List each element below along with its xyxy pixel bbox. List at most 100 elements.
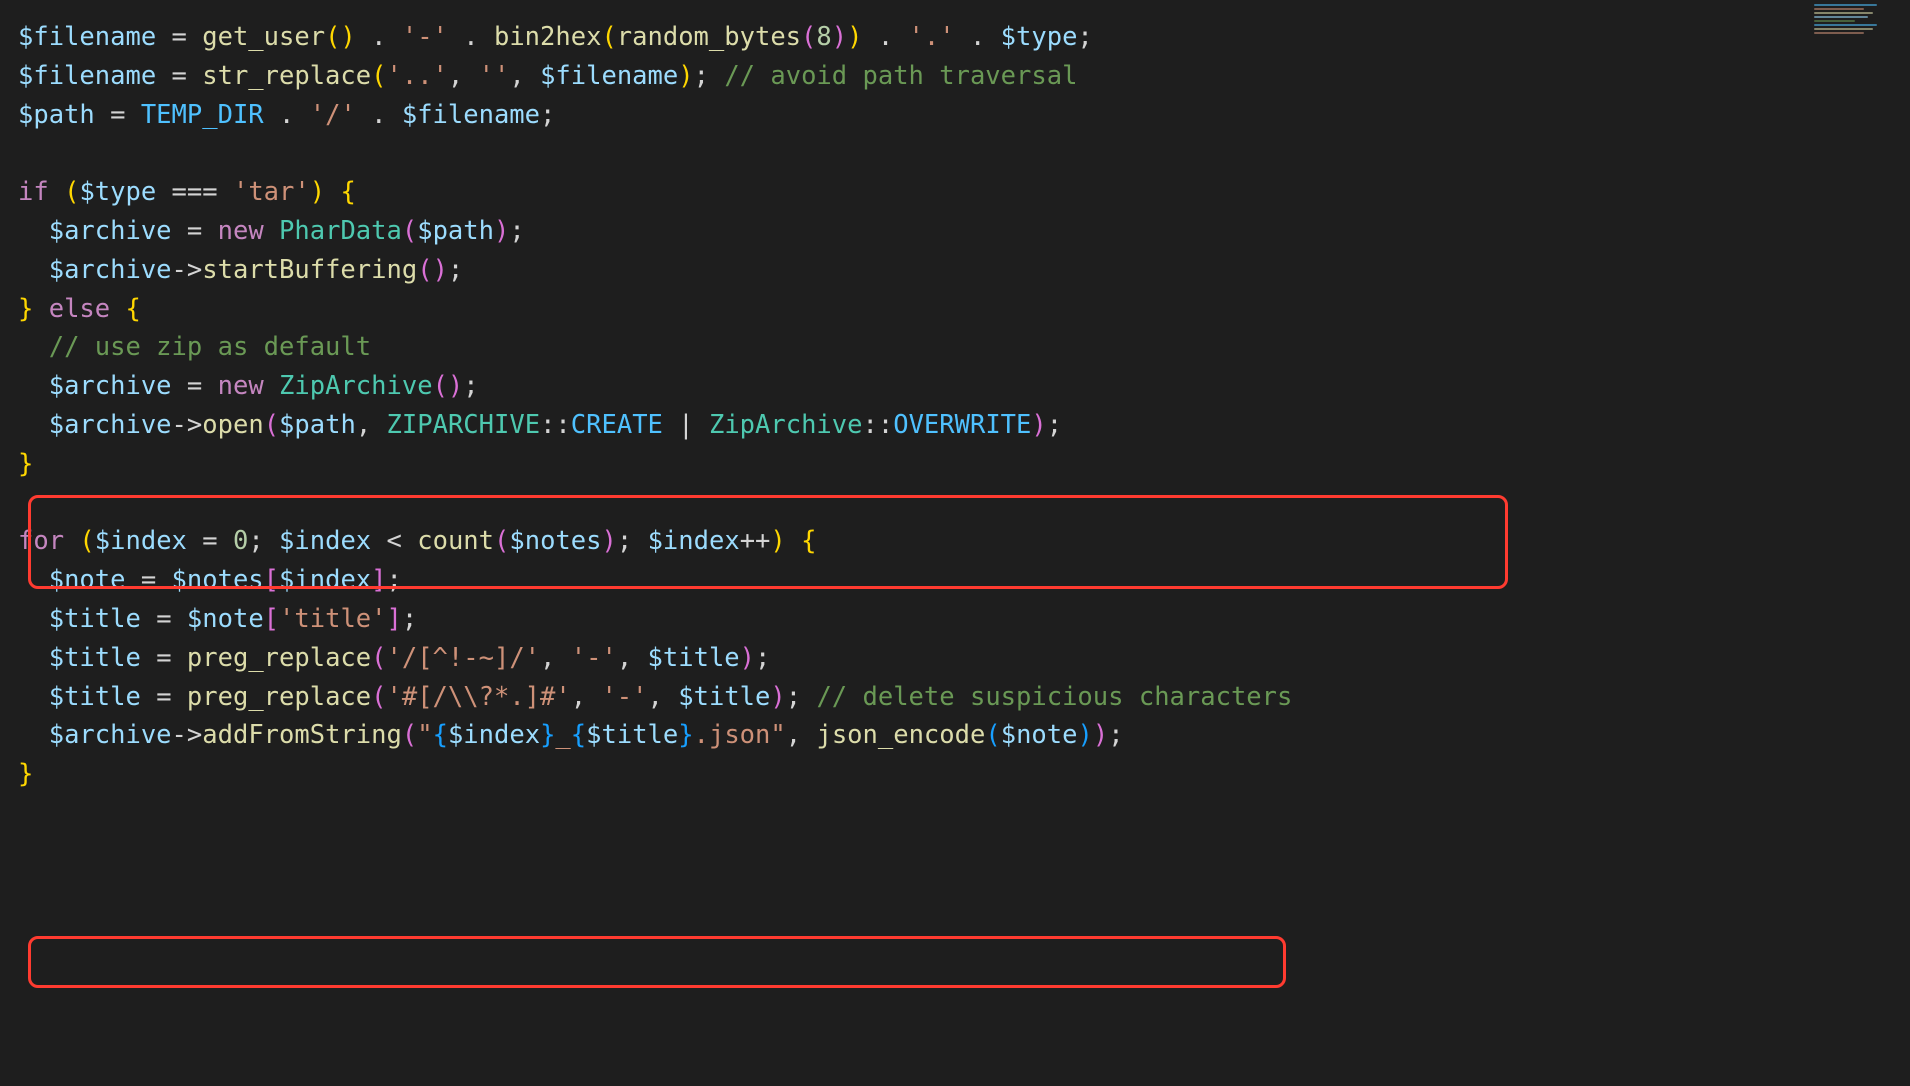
code-token: CREATE [571,410,663,440]
code-token: { [801,526,816,556]
code-token: $index [95,526,187,556]
code-line[interactable]: } [18,445,1910,484]
code-token: = [156,22,202,52]
code-token: ; [786,682,817,712]
code-token: } [18,449,33,479]
code-token: ; [387,565,402,595]
code-token: $archive [49,255,172,285]
code-line[interactable] [18,484,1910,523]
code-token: = [141,643,187,673]
code-token: , [617,643,648,673]
code-token: ; [1077,22,1092,52]
code-token: $title [678,682,770,712]
code-line[interactable]: $path = TEMP_DIR . '/' . $filename; [18,96,1910,135]
code-token: . [862,22,908,52]
code-token: json_encode [816,720,985,750]
code-token: } [678,720,693,750]
code-token: ) [740,643,755,673]
code-token: preg_replace [187,643,371,673]
code-token: addFromString [202,720,402,750]
code-token: === [156,177,233,207]
code-token: $title [49,643,141,673]
code-token: '/[^!-~]/' [387,643,541,673]
code-token: ( [325,22,340,52]
code-line[interactable]: } [18,755,1910,794]
code-token: $title [49,604,141,634]
code-line[interactable]: $title = $note['title']; [18,600,1910,639]
code-line[interactable]: $archive = new ZipArchive(); [18,367,1910,406]
code-token [264,216,279,246]
code-token: '' [479,61,510,91]
code-line[interactable]: if ($type === 'tar') { [18,173,1910,212]
code-token: $type [79,177,156,207]
code-token: ) [310,177,325,207]
code-token: ZipArchive [279,371,433,401]
code-token: '/' [310,100,356,130]
code-token: ) [1031,410,1046,440]
code-token: -> [172,410,203,440]
code-token: ( [494,526,509,556]
code-token: $filename [402,100,540,130]
code-line[interactable]: $filename = str_replace('..', '', $filen… [18,57,1910,96]
code-token: ; [617,526,648,556]
code-token: ( [601,22,616,52]
code-token [110,294,125,324]
code-token: startBuffering [202,255,417,285]
code-line[interactable]: $archive->addFromString("{$index}_{$titl… [18,716,1910,755]
code-token: . [955,22,1001,52]
code-token: , [571,682,602,712]
code-token: -> [172,720,203,750]
code-token: $index [279,526,371,556]
code-line[interactable]: $note = $notes[$index]; [18,561,1910,600]
code-token: ; [509,216,524,246]
code-token: random_bytes [617,22,801,52]
code-line[interactable]: } else { [18,290,1910,329]
code-token: ( [264,410,279,440]
code-token: , [540,643,571,673]
code-token: . [356,22,402,52]
code-line[interactable]: $title = preg_replace('/[^!-~]/', '-', $… [18,639,1910,678]
code-line[interactable] [18,134,1910,173]
code-token: ) [847,22,862,52]
minimap-line [1814,4,1877,6]
minimap-line [1814,8,1864,10]
code-token [18,682,49,712]
code-token: ] [387,604,402,634]
code-line[interactable]: $archive->startBuffering(); [18,251,1910,290]
code-token: ) [1077,720,1092,750]
code-line[interactable]: // use zip as default [18,328,1910,367]
code-token: :: [540,410,571,440]
code-token: ( [371,682,386,712]
code-token: $title [648,643,740,673]
code-token: ) [832,22,847,52]
code-token [325,177,340,207]
code-token [18,604,49,634]
code-token: bin2hex [494,22,601,52]
code-token: ZIPARCHIVE [387,410,541,440]
code-token: TEMP_DIR [141,100,264,130]
code-token: open [202,410,263,440]
code-token: $filename [540,61,678,91]
code-token: ; [448,255,463,285]
code-token: ( [417,255,432,285]
code-line[interactable]: for ($index = 0; $index < count($notes);… [18,522,1910,561]
minimap-line [1814,12,1873,14]
code-token: } [18,759,33,789]
code-token: $type [1001,22,1078,52]
code-line[interactable]: $filename = get_user() . '-' . bin2hex(r… [18,18,1910,57]
code-token: ( [79,526,94,556]
code-token: :: [863,410,894,440]
code-token: else [49,294,110,324]
code-token: '.' [909,22,955,52]
code-line[interactable]: $title = preg_replace('#[/\\?*.]#', '-',… [18,678,1910,717]
code-token: OVERWRITE [893,410,1031,440]
code-line[interactable]: $archive = new PharData($path); [18,212,1910,251]
code-token: { [571,720,586,750]
code-token: ) [1093,720,1108,750]
code-editor[interactable]: $filename = get_user() . '-' . bin2hex(r… [0,0,1910,1086]
code-token: -> [172,255,203,285]
code-token: { [340,177,355,207]
code-token: ) [601,526,616,556]
code-token: ; [248,526,279,556]
code-line[interactable]: $archive->open($path, ZIPARCHIVE::CREATE… [18,406,1910,445]
